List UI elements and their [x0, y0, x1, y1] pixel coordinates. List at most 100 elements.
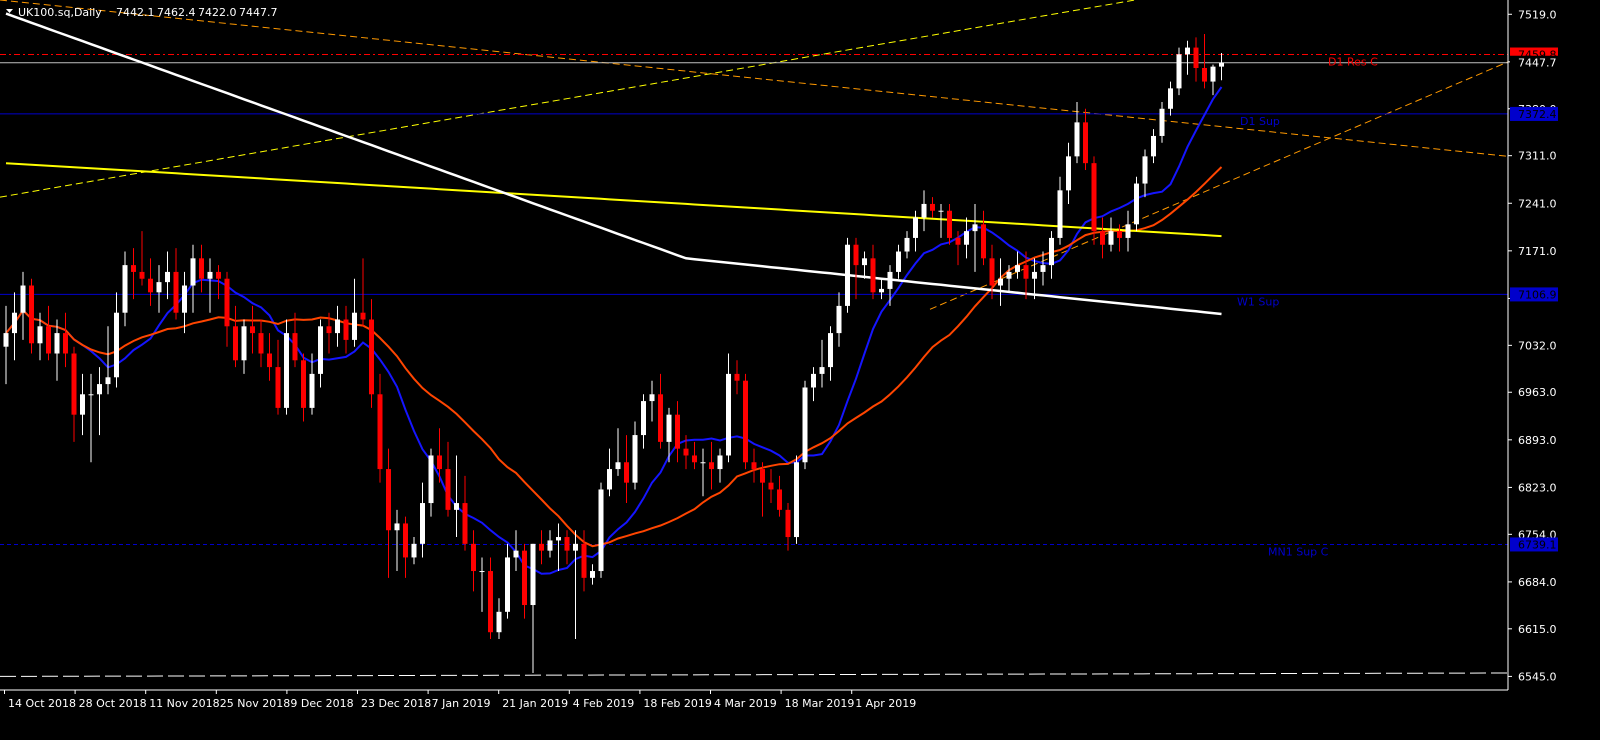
candle-body: [734, 373, 740, 381]
candle-body: [343, 319, 349, 340]
candle-body: [964, 231, 969, 245]
y-tick-label: 6963.0: [1518, 386, 1557, 399]
candle-body: [615, 462, 621, 470]
candle-body: [190, 258, 196, 286]
candle-body: [20, 285, 26, 313]
candle-body: [437, 455, 442, 470]
candle-body: [122, 265, 128, 313]
candle-body: [904, 237, 910, 252]
candle-body: [853, 244, 859, 266]
candle-body: [267, 353, 272, 368]
candle-body: [828, 333, 833, 368]
candle-body: [811, 373, 816, 388]
candle-body: [513, 550, 519, 558]
candle-body: [1210, 66, 1216, 82]
candle-body: [199, 258, 204, 279]
candle-body: [632, 435, 638, 483]
candle-body: [896, 251, 901, 272]
candle-body: [403, 523, 408, 558]
ohlc-high: 7462.4: [157, 6, 196, 19]
candle-body: [471, 543, 476, 572]
candle-body: [352, 312, 357, 340]
candle-body: [879, 288, 884, 293]
candle-body: [326, 326, 332, 334]
candle-body: [29, 285, 34, 344]
candle-body: [998, 278, 1003, 286]
candle-body: [241, 326, 247, 361]
candle-body: [641, 401, 646, 436]
x-tick-label: 4 Mar 2019: [714, 697, 777, 710]
candle-body: [530, 543, 536, 606]
x-tick-label: 4 Feb 2019: [573, 697, 634, 710]
candle-body: [649, 394, 655, 402]
candle-body: [3, 333, 9, 347]
candle-body: [88, 394, 94, 396]
candle-body: [156, 282, 162, 293]
candle-body: [182, 285, 187, 313]
x-tick-label: 11 Nov 2018: [149, 697, 219, 710]
candle-body: [63, 333, 68, 354]
y-tick-label: 6893.0: [1518, 434, 1557, 447]
y-tick-label: 6823.0: [1518, 481, 1557, 494]
candle-body: [981, 224, 986, 259]
candle-body: [284, 333, 289, 408]
candle-body: [250, 326, 255, 334]
level-price-label: 7447.7: [1518, 57, 1557, 70]
candle-body: [216, 271, 221, 279]
y-tick-label: 7171.0: [1518, 245, 1557, 258]
candle-body: [947, 210, 952, 238]
candle-body: [1176, 54, 1182, 89]
candle-body: [794, 462, 799, 538]
candle-body: [496, 611, 502, 633]
candle-body: [258, 333, 264, 354]
candle-body: [845, 244, 850, 306]
candle-body: [131, 265, 136, 272]
candle-body: [862, 258, 867, 266]
candle-body: [1193, 47, 1199, 68]
candle-body: [1006, 271, 1012, 279]
candle-body: [547, 540, 553, 551]
ohlc-close: 7447.7: [239, 6, 278, 19]
candle-body: [233, 326, 238, 361]
x-tick-label: 21 Jan 2019: [502, 697, 568, 710]
candle-body: [105, 377, 111, 385]
level-price-label: 7106.9: [1518, 288, 1557, 301]
candle-body: [802, 387, 808, 463]
candle-body: [428, 455, 434, 504]
candle-body: [930, 203, 935, 211]
candle-body: [1219, 62, 1224, 67]
candle-body: [751, 462, 757, 470]
x-tick-label: 25 Nov 2018: [220, 697, 290, 710]
candle-body: [71, 353, 77, 415]
candle-body: [1117, 231, 1122, 238]
candle-body: [1100, 231, 1105, 245]
candle-body: [488, 571, 493, 633]
y-tick-label: 7311.0: [1518, 150, 1557, 163]
candle-body: [709, 462, 714, 470]
candle-body: [1057, 190, 1063, 238]
candle-body: [139, 271, 145, 279]
candle-body: [479, 571, 485, 573]
candle-body: [675, 414, 680, 449]
candle-body: [46, 326, 51, 354]
candle-body: [1185, 47, 1190, 55]
candle-body: [114, 312, 119, 378]
candle-body: [1015, 265, 1020, 272]
candle-body: [292, 333, 298, 361]
x-tick-label: 18 Feb 2019: [643, 697, 711, 710]
candle-body: [377, 394, 383, 470]
candle-body: [1142, 156, 1148, 184]
candle-body: [411, 543, 417, 558]
candle-body: [445, 469, 451, 510]
candle-body: [1023, 265, 1029, 279]
y-tick-label: 7032.0: [1518, 339, 1557, 352]
x-tick-label: 18 Mar 2019: [785, 697, 855, 710]
candle-body: [1134, 183, 1139, 225]
candle-body: [1066, 156, 1071, 191]
x-tick-label: 7 Jan 2019: [432, 697, 491, 710]
candle-body: [394, 523, 400, 531]
x-tick-label: 23 Dec 2018: [361, 697, 431, 710]
level-name-label: W1 Sup: [1237, 295, 1279, 308]
chart-background: [0, 0, 1600, 736]
candle-body: [666, 414, 672, 442]
